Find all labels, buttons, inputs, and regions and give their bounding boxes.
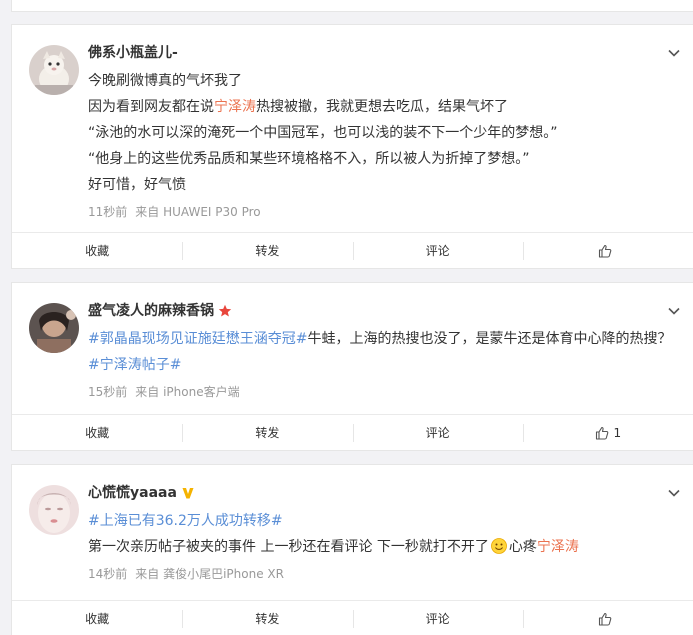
vip-star-icon — [218, 304, 232, 317]
repost-button[interactable]: 转发 — [182, 233, 352, 268]
post-content: 今晚刷微博真的气坏我了 因为看到网友都在说宁泽涛热搜被撤，我就更想去吃瓜，结果气… — [88, 73, 558, 193]
post-time[interactable]: 11秒前 — [88, 205, 127, 219]
action-bar: 收藏 转发 评论 1 — [12, 414, 693, 450]
verified-v-icon — [182, 488, 194, 499]
repost-button[interactable]: 转发 — [182, 601, 352, 635]
keyword-link[interactable]: 宁泽涛 — [537, 539, 579, 555]
smile-emoji-icon — [491, 538, 507, 554]
favorite-button[interactable]: 收藏 — [12, 415, 182, 450]
repost-button[interactable]: 转发 — [182, 415, 352, 450]
keyword-link[interactable]: 宁泽涛 — [214, 99, 256, 115]
comment-button[interactable]: 评论 — [352, 601, 523, 635]
topic-link[interactable]: #上海已有36.2万人成功转移# — [88, 513, 283, 529]
post-source: 来自 HUAWEI P30 Pro — [135, 205, 261, 219]
favorite-button[interactable]: 收藏 — [12, 601, 182, 635]
username[interactable]: 心慌慌yaaaa — [88, 485, 693, 501]
topic-link[interactable]: #宁泽涛帖子# — [88, 357, 181, 373]
post-time[interactable]: 14秒前 — [88, 567, 127, 581]
chevron-down-icon[interactable] — [667, 486, 681, 500]
chevron-down-icon[interactable] — [667, 46, 681, 60]
like-count: 1 — [613, 425, 622, 440]
thumbs-up-icon — [599, 244, 612, 258]
post-card-2: 盛气凌人的麻辣香锅 #郭晶晶现场见证施廷懋王涵夺冠#牛蛙，上海的热搜也没了，是蒙… — [11, 282, 693, 451]
post-source: 来自 龚俊小尾巴iPhone XR — [135, 567, 284, 581]
action-bar: 收藏 转发 评论 — [12, 600, 693, 635]
username[interactable]: 盛气凌人的麻辣香锅 — [88, 303, 693, 319]
post-card-1: 佛系小瓶盖儿- 今晚刷微博真的气坏我了 因为看到网友都在说宁泽涛热搜被撤，我就更… — [11, 24, 693, 269]
post-source: 来自 iPhone客户端 — [135, 385, 240, 399]
favorite-button[interactable]: 收藏 — [12, 233, 182, 268]
post-time[interactable]: 15秒前 — [88, 385, 127, 399]
previous-post-card — [11, 0, 693, 12]
post-meta: 11秒前 来自 HUAWEI P30 Pro — [88, 202, 693, 222]
action-bar: 收藏 转发 评论 — [12, 232, 693, 268]
weibo-feed: 佛系小瓶盖儿- 今晚刷微博真的气坏我了 因为看到网友都在说宁泽涛热搜被撤，我就更… — [0, 0, 693, 635]
comment-button[interactable]: 评论 — [352, 233, 523, 268]
post-content: #郭晶晶现场见证施廷懋王涵夺冠#牛蛙，上海的热搜也没了，是蒙牛还是体育中心降的热… — [88, 331, 672, 373]
like-button[interactable] — [522, 233, 693, 268]
like-button[interactable]: 1 — [522, 415, 693, 450]
post-content: #上海已有36.2万人成功转移# 第一次亲历帖子被夹的事件 上一秒还在看评论 下… — [88, 513, 579, 555]
thumbs-up-icon — [595, 426, 608, 440]
post-meta: 15秒前 来自 iPhone客户端 — [88, 382, 693, 402]
chevron-down-icon[interactable] — [667, 304, 681, 318]
like-button[interactable] — [522, 601, 693, 635]
topic-link[interactable]: #郭晶晶现场见证施廷懋王涵夺冠# — [88, 331, 307, 347]
comment-button[interactable]: 评论 — [352, 415, 523, 450]
username[interactable]: 佛系小瓶盖儿- — [88, 45, 693, 61]
thumbs-up-icon — [599, 612, 612, 626]
post-meta: 14秒前 来自 龚俊小尾巴iPhone XR — [88, 564, 693, 584]
post-card-3: 心慌慌yaaaa #上海已有36.2万人成功转移# 第一次亲历帖子被夹的事件 上… — [11, 464, 693, 635]
